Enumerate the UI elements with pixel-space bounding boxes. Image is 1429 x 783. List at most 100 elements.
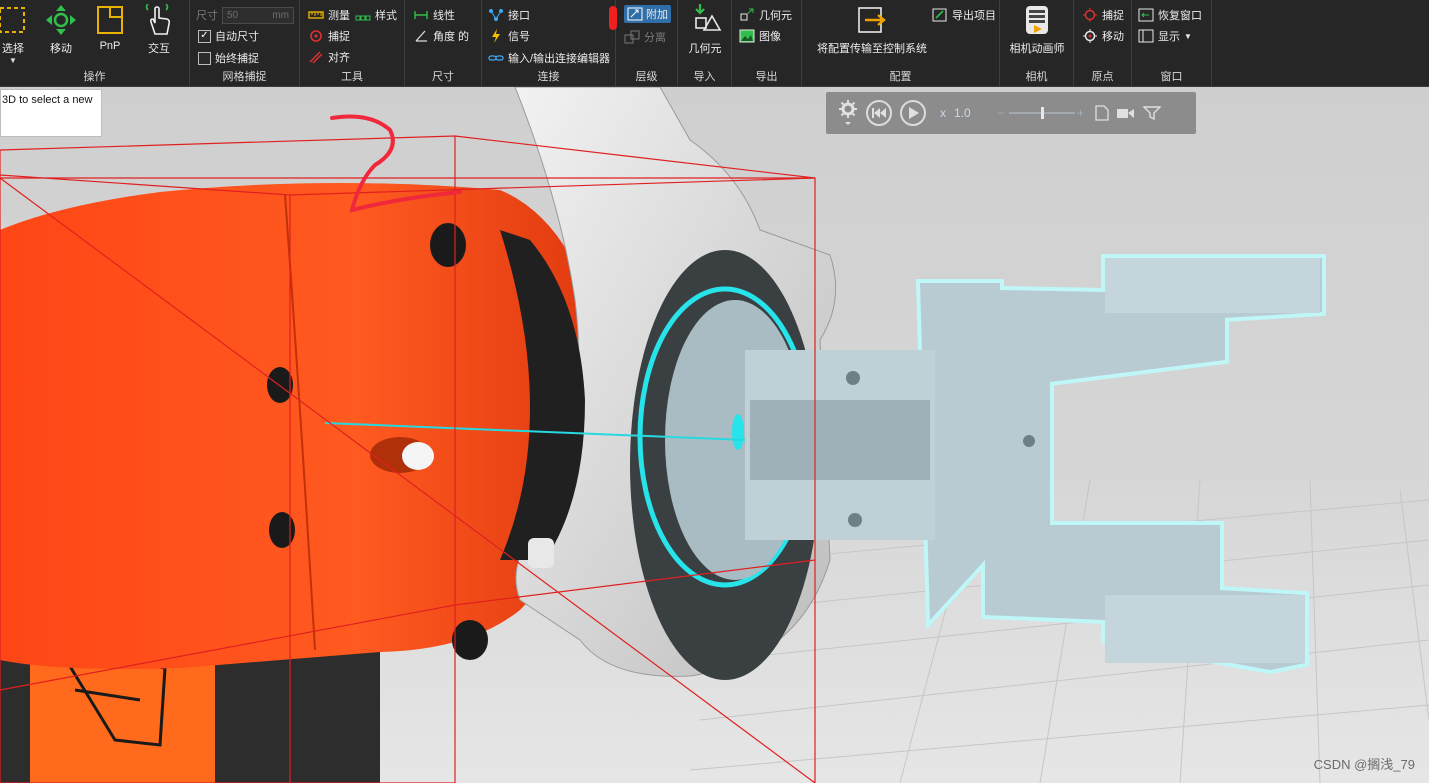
attach-toggle[interactable]: 附加 [624,5,671,23]
select-button[interactable]: 选择 ▼ [0,4,36,65]
group-title-dimension: 尺寸 [432,71,454,83]
origin-snap-icon [1083,8,1097,22]
filter-icon[interactable] [1142,106,1161,120]
flange-pin [528,538,554,568]
group-title-operate: 操作 [83,71,106,83]
grid-size-unit: mm [272,9,289,21]
video-camera-icon[interactable] [1116,107,1135,119]
auto-size-row[interactable]: ✓ 自动尺寸 [198,27,259,45]
ruler-icon [308,11,324,19]
grid-size-row: 尺寸 50 mm [196,6,294,24]
style-label: 样式 [375,10,397,22]
angle-dimension-button[interactable]: 角度 的 [413,27,469,45]
speed-slider[interactable]: − + [997,106,1087,120]
attach-icon [627,7,643,21]
chevron-down-icon: ▼ [1184,31,1192,41]
origin-move-label: 移动 [1102,31,1124,43]
film-reel-icon [1026,6,1048,34]
transfer-config-button[interactable]: 将配置传输至控制系统 [812,4,932,62]
io-connection-editor-button[interactable]: 输入/输出连接编辑器 [488,49,610,67]
interface-icon [489,9,503,21]
gripper-center-glow [732,414,744,450]
group-grid-snap: 尺寸 50 mm ✓ 自动尺寸 始终捕捉 网格捕捉 [190,0,300,87]
origin-move-icon [1083,29,1097,43]
always-snap-label: 始终捕捉 [215,53,259,65]
export-project-label: 导出项目 [952,10,996,22]
restore-window-icon [1138,8,1154,22]
linear-dimension-label: 线性 [433,10,455,22]
signal-button[interactable]: 信号 [488,27,530,45]
grid-size-input[interactable]: 50 mm [222,6,294,24]
group-camera: 相机动画师 相机 [1000,0,1074,87]
rewind-icon [872,108,886,118]
transfer-config-icon [858,7,886,33]
group-title-camera: 相机 [1025,71,1048,83]
always-snap-checkbox[interactable] [198,51,211,65]
attach-label: 附加 [646,9,668,21]
group-operate: 选择 ▼ 移动 PnP 交互 操作 [0,0,190,87]
detach-icon [624,30,640,44]
gripper-top-jaw [1105,258,1320,313]
group-origin: 捕捉 移动 原点 [1074,0,1132,87]
auto-size-label: 自动尺寸 [215,31,259,43]
move-button[interactable]: 移动 [38,4,84,62]
simulation-playback-bar: x 1.0 − + [826,92,1196,134]
3d-scene[interactable] [0,87,1429,783]
group-config: 将配置传输至控制系统 导出项目 配置 [802,0,1000,87]
measure-button[interactable]: 测量 [308,6,350,24]
group-title-config: 配置 [889,71,912,83]
import-geometry-button[interactable]: 几何元 [682,4,728,62]
origin-snap-label: 捕捉 [1102,10,1124,22]
rewind-button[interactable] [866,100,892,126]
export-geometry-button[interactable]: 几何元 [739,6,792,24]
auto-size-checkbox[interactable]: ✓ [198,29,211,43]
interact-label: 交互 [148,43,170,55]
always-snap-row[interactable]: 始终捕捉 [198,49,259,67]
snap-tool-button[interactable]: 捕捉 [308,27,350,45]
measure-label: 测量 [328,10,350,22]
align-button[interactable]: 对齐 [308,48,350,66]
link-icon [488,55,504,61]
align-icon [309,51,323,64]
grid-size-value: 50 [227,9,239,21]
interact-button[interactable]: 交互 [136,4,182,62]
3d-viewport[interactable]: 3D to select a new x 1.0 − + CSDN @搁浅_79 [0,87,1429,783]
group-import: 几何元 导入 [678,0,732,87]
snap-tool-label: 捕捉 [328,31,350,43]
restore-window-label: 恢复窗口 [1158,10,1202,22]
origin-snap-button[interactable]: 捕捉 [1082,6,1124,24]
export-image-button[interactable]: 图像 [739,27,781,45]
play-button[interactable] [900,100,926,126]
attach-button[interactable]: 附加 [624,5,671,23]
gear-icon[interactable] [838,99,858,127]
ribbon-toolbar: 选择 ▼ 移动 PnP 交互 操作 尺寸 50 mm ✓ 自动尺寸 始终捕捉 网… [0,0,1429,87]
pnp-button[interactable]: PnP [87,4,133,62]
interface-button[interactable]: 接口 [488,6,530,24]
chevron-down-icon[interactable]: ▼ [0,56,36,65]
style-icon [355,15,371,21]
import-geometry-label: 几何元 [688,43,722,55]
lightning-icon [492,29,500,43]
display-icon [1138,29,1154,43]
restore-window-button[interactable]: 恢复窗口 [1138,6,1202,24]
gripper-bottom-jaw [1105,595,1305,663]
gripper-bolt [1023,435,1035,447]
group-dimension: 线性 角度 的 尺寸 [405,0,482,87]
pdf-icon[interactable] [1095,105,1109,121]
export-geometry-icon [740,8,754,21]
display-button[interactable]: 显示 ▼ [1138,27,1192,45]
style-button[interactable]: 样式 [355,6,397,24]
io-connection-editor-label: 输入/输出连接编辑器 [508,53,611,65]
move-arrows-icon [46,5,76,35]
origin-move-button[interactable]: 移动 [1082,27,1124,45]
group-title-hierarchy: 层级 [635,71,658,83]
selection-tooltip: 3D to select a new [0,89,102,137]
import-geometry-icon [695,4,722,31]
linear-dimension-button[interactable]: 线性 [413,6,455,24]
camera-animator-button[interactable]: 相机动画师 [1006,4,1068,62]
group-title-tools: 工具 [341,71,363,83]
robot-arm-pin [402,442,434,470]
detach-button[interactable]: 分离 [624,28,666,46]
svg-text:−: − [997,106,1004,120]
export-project-button[interactable]: 导出项目 [932,6,996,24]
